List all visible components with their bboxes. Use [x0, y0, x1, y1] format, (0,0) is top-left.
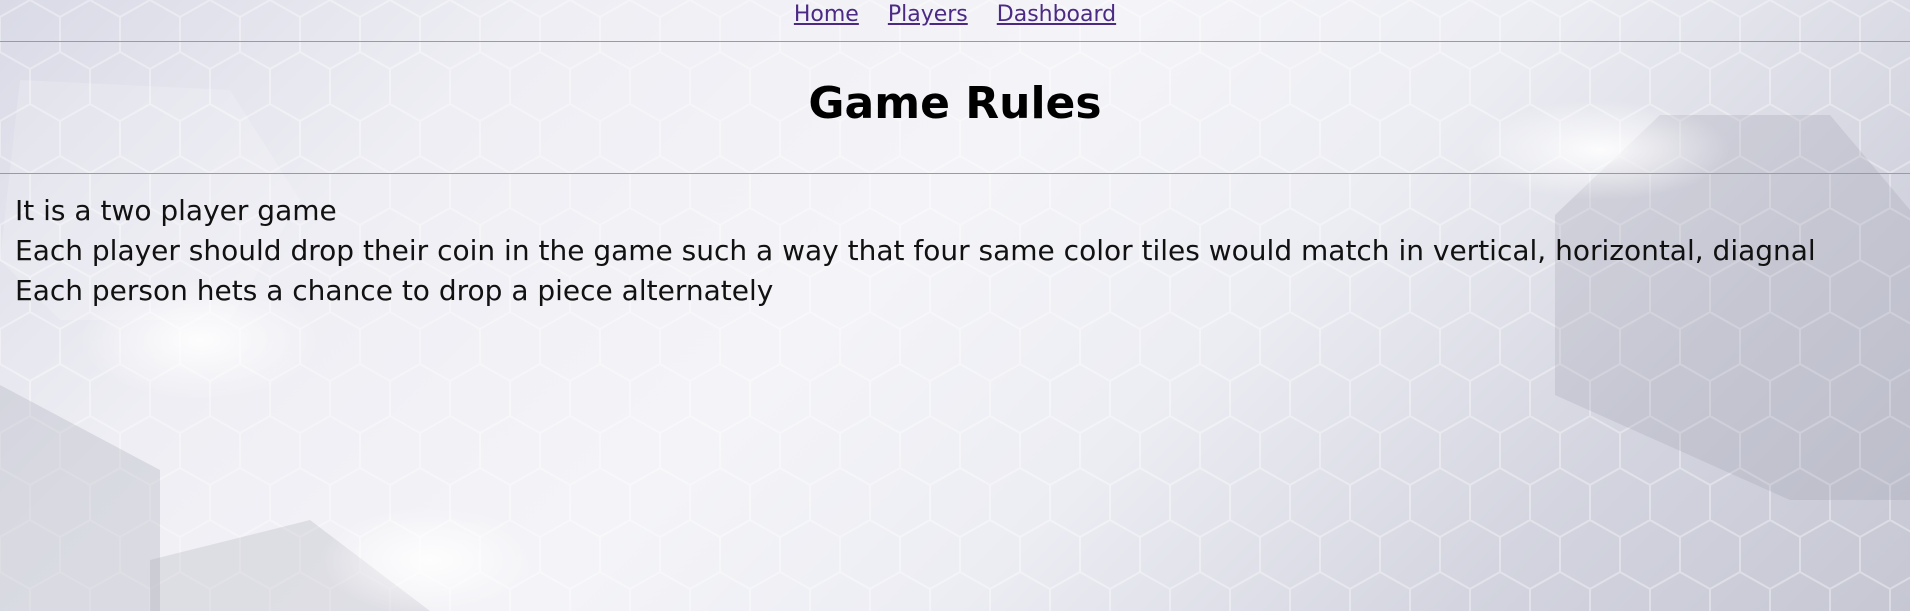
page-title: Game Rules — [808, 78, 1102, 129]
nav-link-players[interactable]: Players — [888, 2, 968, 27]
rule-item: Each player should drop their coin in th… — [15, 234, 1816, 267]
rules-list: It is a two player game Each player shou… — [0, 174, 1910, 311]
nav-link-dashboard[interactable]: Dashboard — [997, 2, 1116, 27]
top-nav: Home Players Dashboard — [0, 0, 1910, 41]
rule-item: It is a two player game — [15, 194, 337, 227]
rule-item: Each person hets a chance to drop a piec… — [15, 274, 774, 307]
nav-link-home[interactable]: Home — [794, 2, 859, 27]
page: Home Players Dashboard Game Rules It is … — [0, 0, 1910, 611]
